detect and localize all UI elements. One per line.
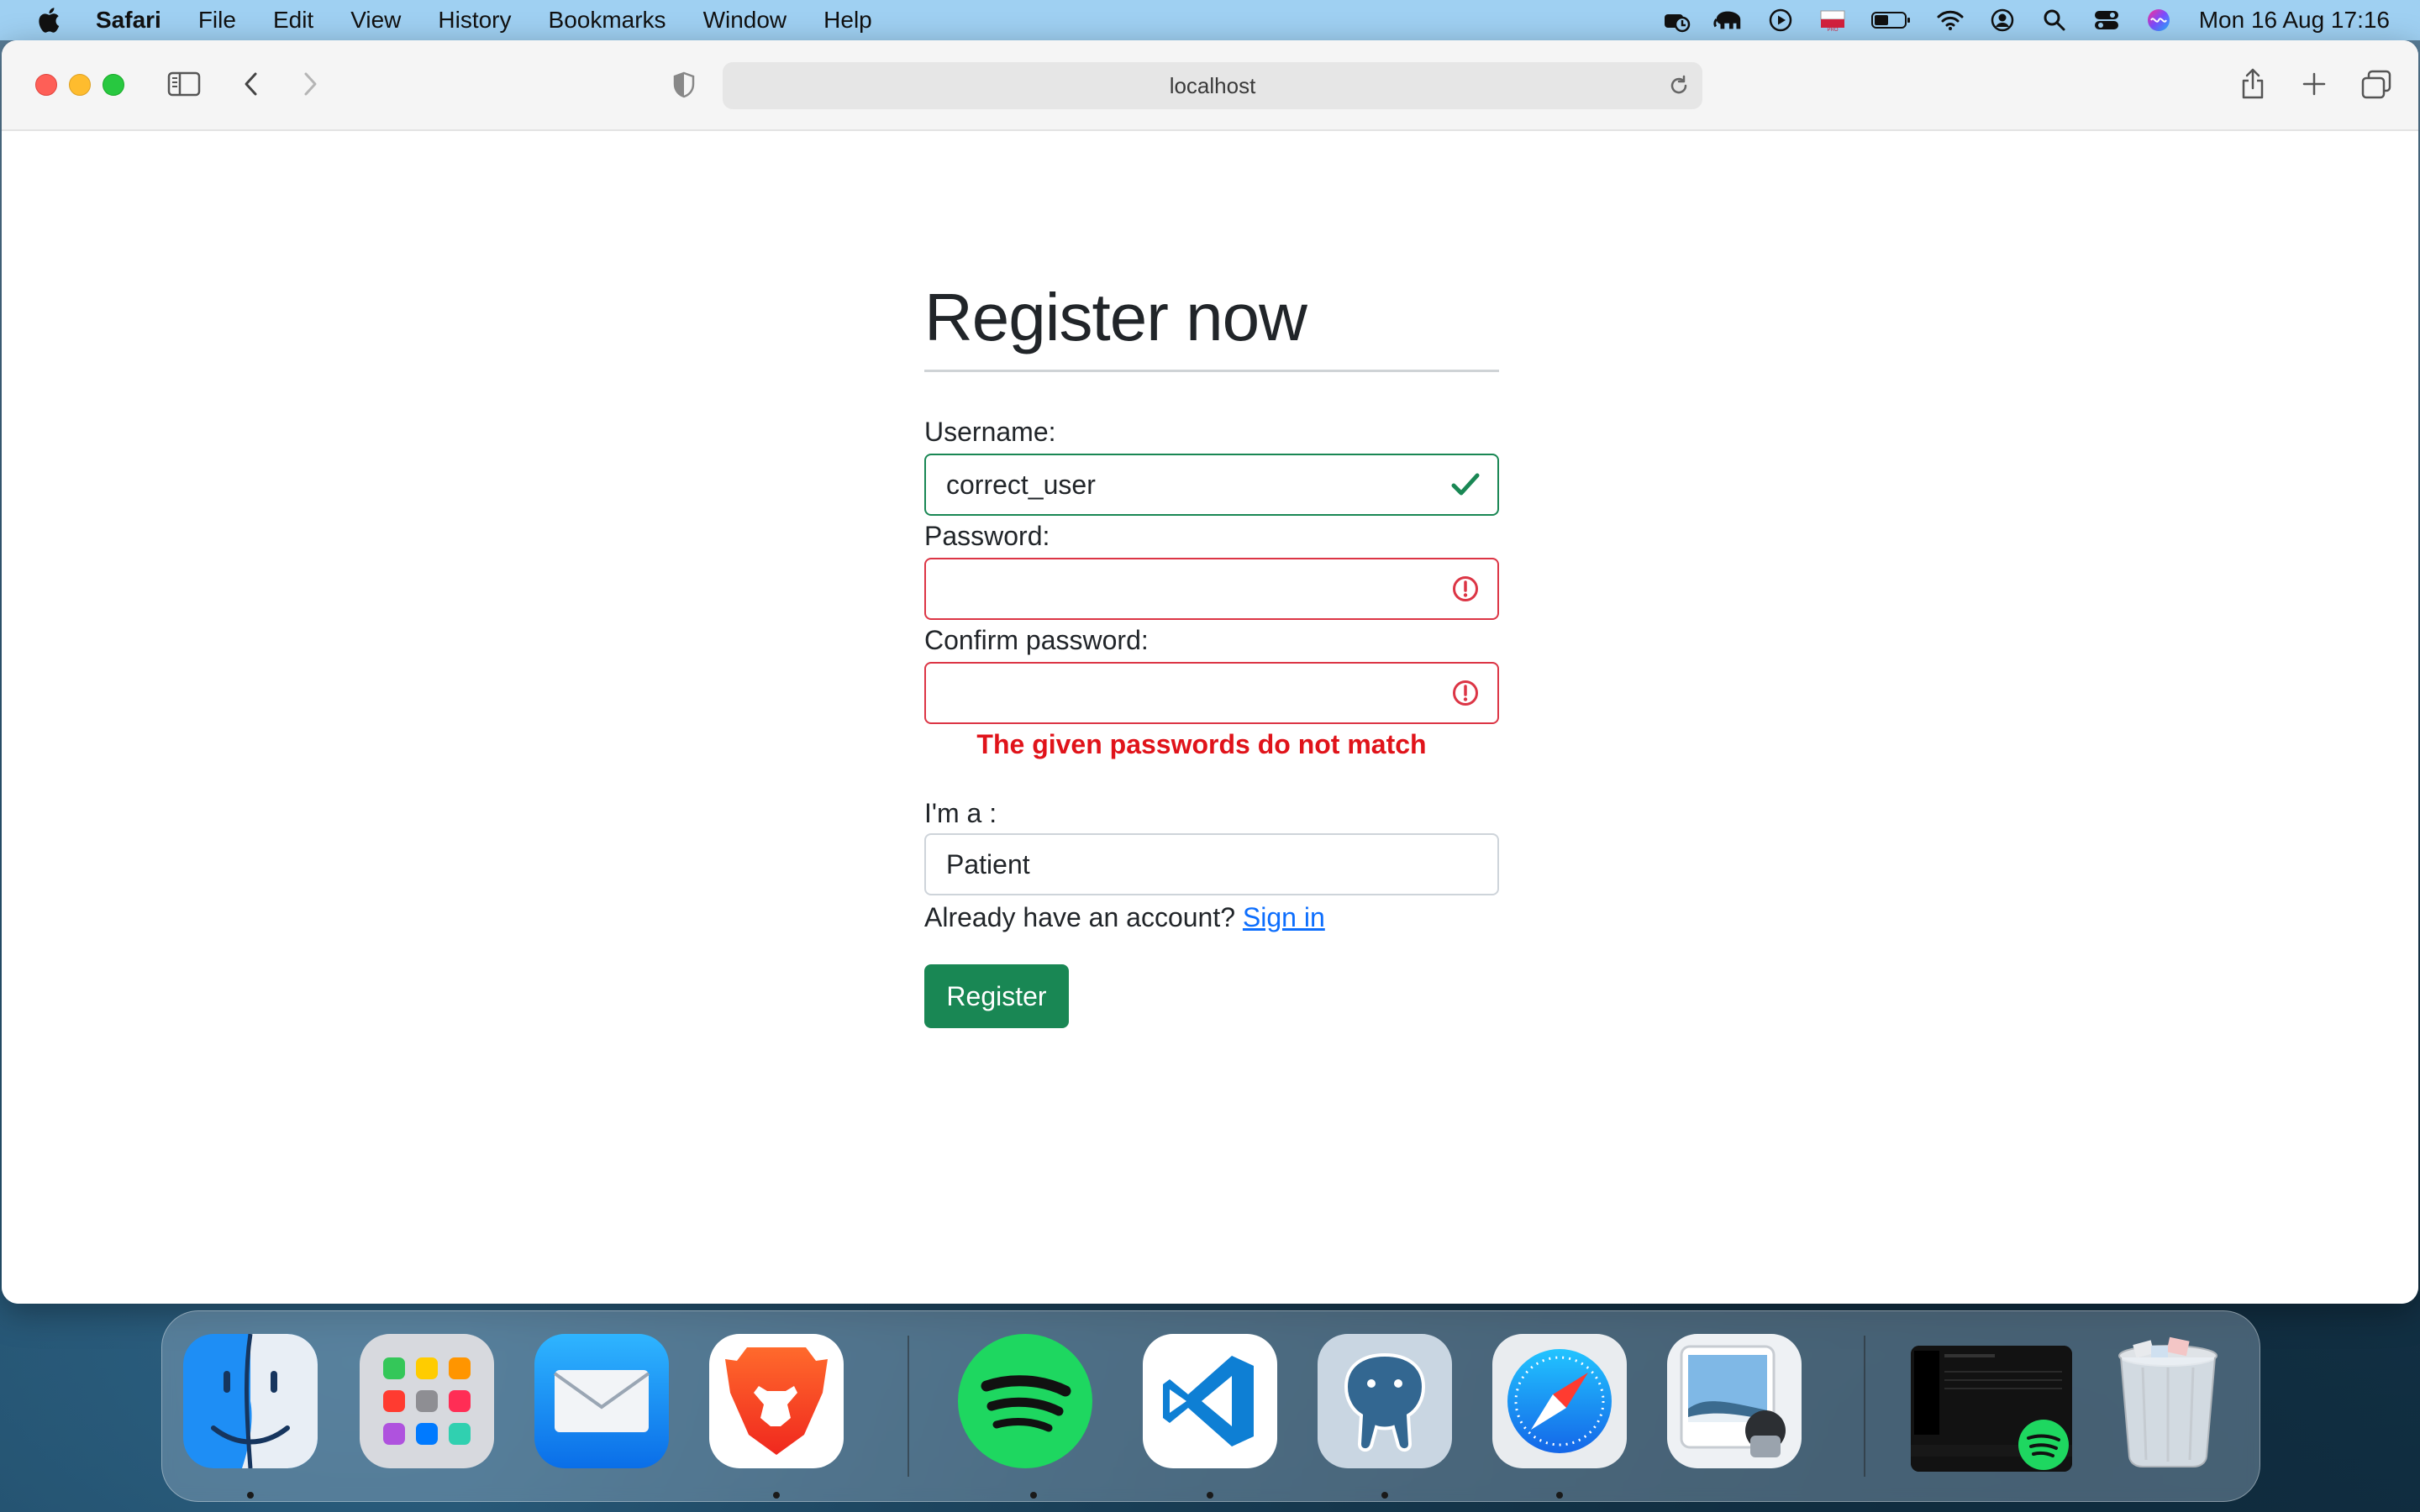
minimize-window-button[interactable] bbox=[69, 74, 91, 96]
wifi-icon[interactable] bbox=[1935, 5, 1965, 35]
spotlight-search-icon[interactable] bbox=[2039, 5, 2070, 35]
dock-finder-icon[interactable] bbox=[183, 1334, 318, 1468]
username-input[interactable] bbox=[924, 454, 1499, 516]
confirm-password-input[interactable] bbox=[924, 662, 1499, 724]
browser-toolbar: localhost bbox=[2, 40, 2418, 131]
reload-icon[interactable] bbox=[1667, 74, 1691, 97]
username-label: Username: bbox=[924, 417, 1056, 447]
pgadmin-running-indicator bbox=[1381, 1492, 1388, 1499]
gpu-status-icon[interactable] bbox=[1661, 5, 1691, 35]
user-account-icon[interactable] bbox=[1987, 5, 2018, 35]
dock-vscode-icon[interactable] bbox=[1143, 1334, 1277, 1468]
dock-spotify-icon[interactable] bbox=[958, 1334, 1092, 1468]
tab-overview-icon[interactable] bbox=[2360, 69, 2393, 101]
share-icon[interactable] bbox=[2238, 66, 2267, 102]
register-button[interactable]: Register bbox=[924, 964, 1069, 1028]
back-chevron-icon[interactable] bbox=[239, 69, 264, 99]
menu-view[interactable]: View bbox=[350, 7, 401, 34]
role-selected-value: Patient bbox=[946, 848, 1030, 879]
dock-pgadmin-icon[interactable] bbox=[1318, 1334, 1452, 1468]
password-label: Password: bbox=[924, 521, 1050, 551]
dock-launchpad-icon[interactable] bbox=[360, 1334, 494, 1468]
play-circle-icon[interactable] bbox=[1765, 5, 1796, 35]
dock-separator-2 bbox=[1864, 1336, 1865, 1477]
safari-running-indicator bbox=[1556, 1492, 1563, 1499]
dock-brave-icon[interactable] bbox=[709, 1334, 844, 1468]
flag-pl-icon[interactable]: PRO bbox=[1818, 5, 1848, 35]
battery-icon[interactable] bbox=[1870, 5, 1913, 35]
sidebar-toggle-icon[interactable] bbox=[166, 69, 202, 99]
brave-running-indicator bbox=[773, 1492, 780, 1499]
elephant-icon[interactable] bbox=[1713, 5, 1744, 35]
signin-prompt: Already have an account? Sign in bbox=[924, 902, 1325, 933]
valid-check-icon bbox=[1449, 468, 1482, 501]
privacy-shield-icon[interactable] bbox=[671, 71, 697, 99]
confirm-password-error-icon bbox=[1449, 676, 1482, 710]
menubar-clock[interactable]: Mon 16 Aug 17:16 bbox=[2199, 7, 2390, 34]
dock-mail-icon[interactable] bbox=[534, 1334, 669, 1468]
dock-trash-icon[interactable] bbox=[2101, 1334, 2235, 1468]
forward-chevron-icon[interactable] bbox=[297, 69, 323, 99]
menu-edit[interactable]: Edit bbox=[273, 7, 313, 34]
role-select[interactable]: Patient bbox=[924, 833, 1499, 895]
new-tab-plus-icon[interactable] bbox=[2299, 69, 2329, 99]
address-bar[interactable]: localhost bbox=[723, 62, 1702, 109]
fullscreen-window-button[interactable] bbox=[103, 74, 124, 96]
dock-safari-icon[interactable] bbox=[1492, 1334, 1627, 1468]
menu-history[interactable]: History bbox=[438, 7, 511, 34]
finder-running-indicator bbox=[247, 1492, 254, 1499]
control-center-icon[interactable] bbox=[2091, 5, 2122, 35]
menu-bookmarks[interactable]: Bookmarks bbox=[549, 7, 666, 34]
close-window-button[interactable] bbox=[35, 74, 57, 96]
title-divider bbox=[924, 370, 1499, 372]
account-prompt-text: Already have an account? bbox=[924, 902, 1236, 932]
dock-separator-1 bbox=[908, 1336, 909, 1477]
apple-menu-icon[interactable] bbox=[35, 5, 62, 35]
url-text[interactable]: localhost bbox=[1170, 73, 1256, 99]
menu-file[interactable]: File bbox=[198, 7, 236, 34]
spotify-running-indicator bbox=[1030, 1492, 1037, 1499]
confirm-password-label: Confirm password: bbox=[924, 625, 1149, 655]
password-error-icon bbox=[1449, 572, 1482, 606]
siri-icon[interactable] bbox=[2144, 5, 2174, 35]
dock-spotify-window-thumbnail[interactable] bbox=[1911, 1346, 2072, 1472]
password-mismatch-error: The given passwords do not match bbox=[976, 729, 1427, 759]
menu-bar: Safari File Edit View History Bookmarks … bbox=[0, 0, 2420, 40]
signin-link[interactable]: Sign in bbox=[1243, 902, 1325, 932]
dock-preview-icon[interactable] bbox=[1667, 1334, 1802, 1468]
vscode-running-indicator bbox=[1207, 1492, 1213, 1499]
menu-window[interactable]: Window bbox=[703, 7, 787, 34]
web-page: Register now Username: Password: Confirm… bbox=[2, 131, 2418, 1304]
password-input[interactable] bbox=[924, 558, 1499, 620]
page-title: Register now bbox=[924, 280, 1307, 354]
safari-window: localhost Register now Username: Passwor… bbox=[2, 40, 2418, 1304]
role-label: I'm a : bbox=[924, 798, 997, 828]
menu-help[interactable]: Help bbox=[823, 7, 872, 34]
svg-text:PRO: PRO bbox=[1827, 28, 1838, 32]
menu-app-safari[interactable]: Safari bbox=[96, 7, 161, 34]
